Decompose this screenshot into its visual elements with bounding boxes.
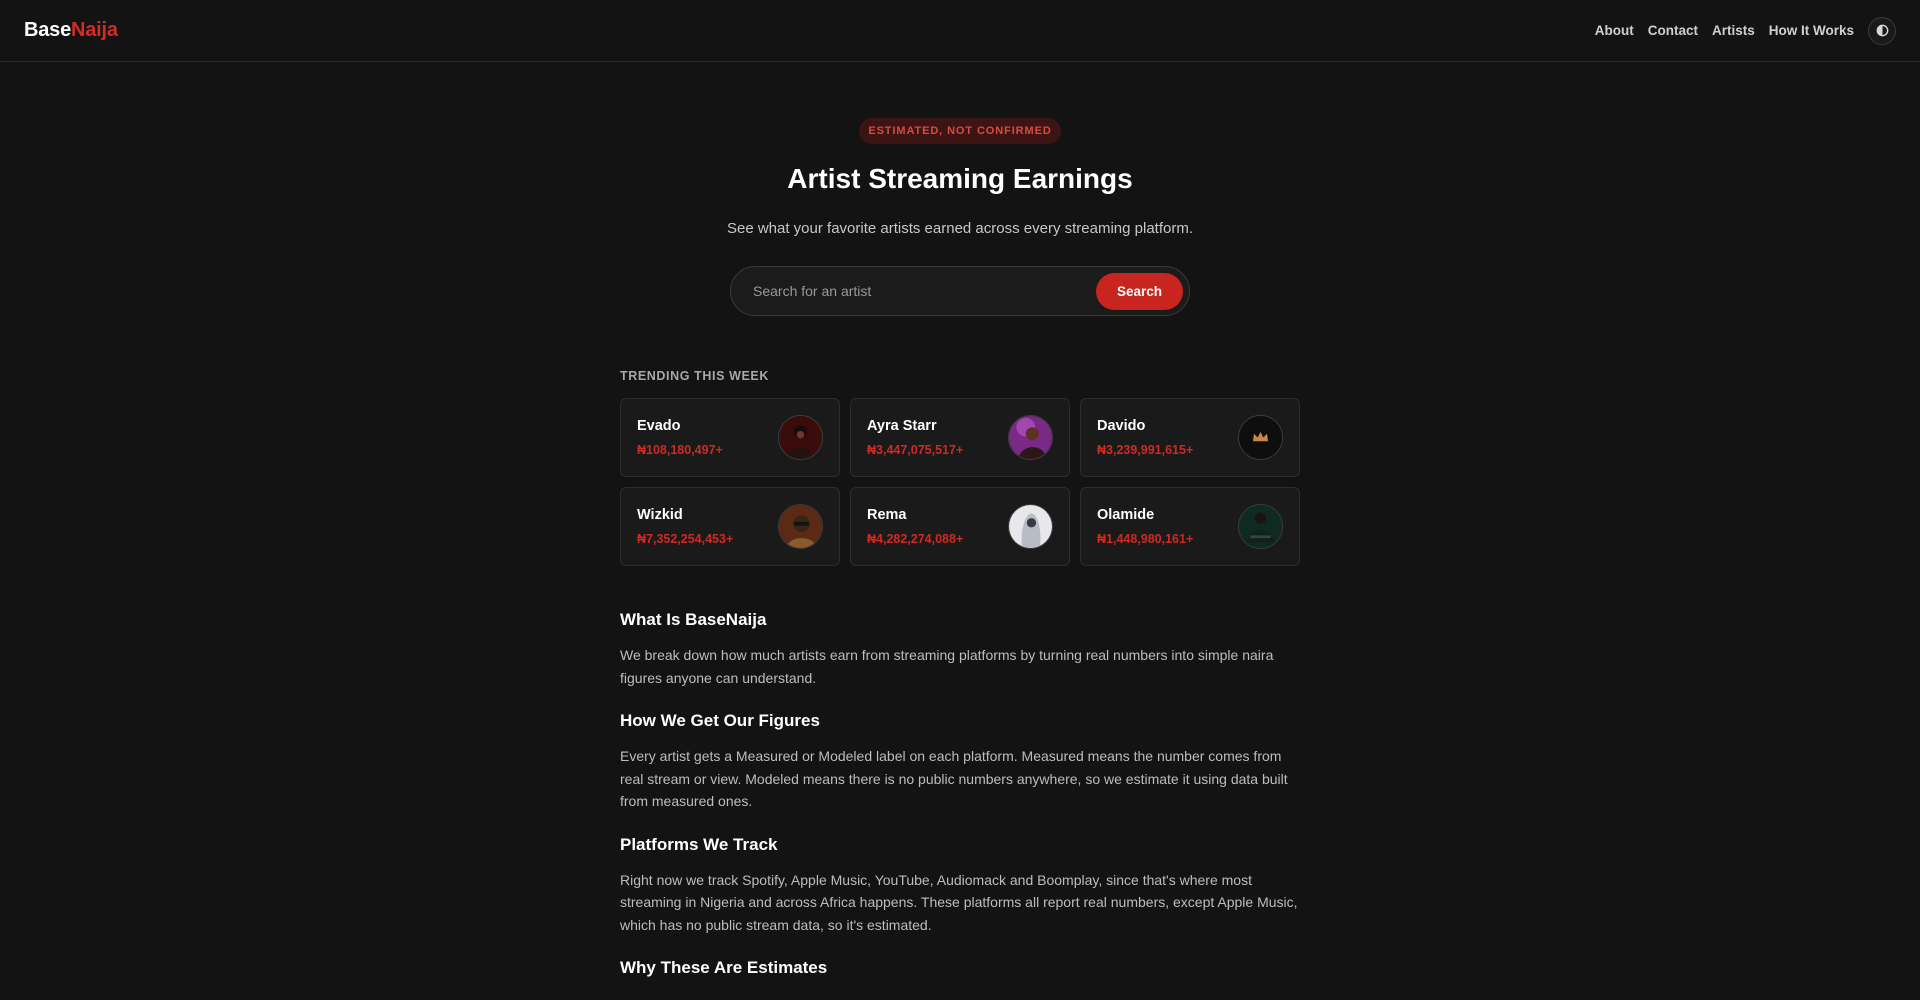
artist-avatar — [1238, 504, 1283, 549]
artist-search-bar: Search — [730, 266, 1190, 316]
artist-earnings: ₦3,239,991,615+ — [1097, 443, 1194, 457]
artist-avatar — [1008, 415, 1053, 460]
section-heading: What Is BaseNaija — [620, 610, 767, 629]
section-heading: Why These Are Estimates — [620, 958, 828, 977]
main-nav: About Contact Artists How It Works — [1581, 16, 1896, 45]
artist-search-input[interactable] — [753, 283, 1096, 299]
section-body: We break down how much artists earn from… — [620, 647, 1274, 686]
logo-base-text: Base — [24, 19, 72, 41]
artist-earnings: ₦108,180,497+ — [637, 443, 723, 457]
artist-name: Evado — [637, 418, 681, 434]
artist-avatar — [1238, 415, 1283, 460]
artist-name: Ayra Starr — [867, 418, 937, 434]
page-title: Artist Streaming Earnings — [787, 163, 1133, 194]
info-sections: What Is BaseNaija We break down how much… — [620, 610, 1300, 1000]
artist-card-evado[interactable]: Evado ₦108,180,497+ — [620, 398, 840, 477]
page-subtitle: See what your favorite artists earned ac… — [726, 220, 1194, 237]
artist-card-olamide[interactable]: Olamide ₦1,448,980,161+ — [1080, 487, 1300, 566]
theme-toggle-button[interactable] — [1868, 16, 1896, 45]
artist-avatar — [778, 415, 823, 460]
nav-link-how-it-works[interactable]: How It Works — [1769, 23, 1854, 38]
artist-card-wizkid[interactable]: Wizkid ₦7,352,254,453+ — [620, 487, 840, 566]
estimate-badge: ESTIMATED, NOT CONFIRMED — [859, 118, 1061, 144]
info-block-platforms: Platforms We Track Right now we track Sp… — [620, 835, 1300, 937]
section-heading: How We Get Our Figures — [620, 711, 820, 730]
nav-link-artists[interactable]: Artists — [1712, 23, 1755, 38]
artist-earnings: ₦7,352,254,453+ — [637, 532, 734, 546]
artist-card-ayra-starr[interactable]: Ayra Starr ₦3,447,075,517+ — [850, 398, 1070, 477]
site-logo[interactable]: BaseNaija — [24, 19, 118, 42]
trending-artist-grid: Evado ₦108,180,497+ Ayra Starr ₦3,447,07… — [620, 398, 1300, 566]
info-block-what-is: What Is BaseNaija We break down how much… — [620, 610, 1300, 689]
artist-earnings: ₦4,282,274,088+ — [867, 532, 964, 546]
artist-card-rema[interactable]: Rema ₦4,282,274,088+ — [850, 487, 1070, 566]
section-body: Every artist gets a Measured or Modeled … — [620, 748, 1288, 809]
trending-label: TRENDING THIS WEEK — [620, 369, 769, 383]
artist-card-davido[interactable]: Davido ₦3,239,991,615+ — [1080, 398, 1300, 477]
artist-avatar — [1008, 504, 1053, 549]
nav-link-about[interactable]: About — [1595, 23, 1634, 38]
artist-name: Wizkid — [637, 507, 683, 523]
info-block-figures: How We Get Our Figures Every artist gets… — [620, 711, 1300, 813]
nav-link-contact[interactable]: Contact — [1648, 23, 1698, 38]
artist-avatar — [778, 504, 823, 549]
artist-name: Davido — [1097, 418, 1146, 434]
logo-naija-text: Naija — [71, 19, 118, 41]
artist-name: Olamide — [1097, 507, 1155, 523]
section-body: Right now we track Spotify, Apple Music,… — [620, 871, 1298, 933]
section-heading: Platforms We Track — [620, 834, 778, 854]
info-block-why-estimates: Why These Are Estimates — [620, 958, 1300, 978]
artist-earnings: ₦1,448,980,161+ — [1097, 532, 1194, 546]
artist-earnings: ₦3,447,075,517+ — [867, 443, 964, 457]
half-circle-contrast-icon — [1876, 24, 1888, 37]
artist-name: Rema — [867, 507, 907, 523]
top-navbar: BaseNaija About Contact Artists How It W… — [0, 0, 1920, 62]
search-button[interactable]: Search — [1096, 272, 1183, 310]
